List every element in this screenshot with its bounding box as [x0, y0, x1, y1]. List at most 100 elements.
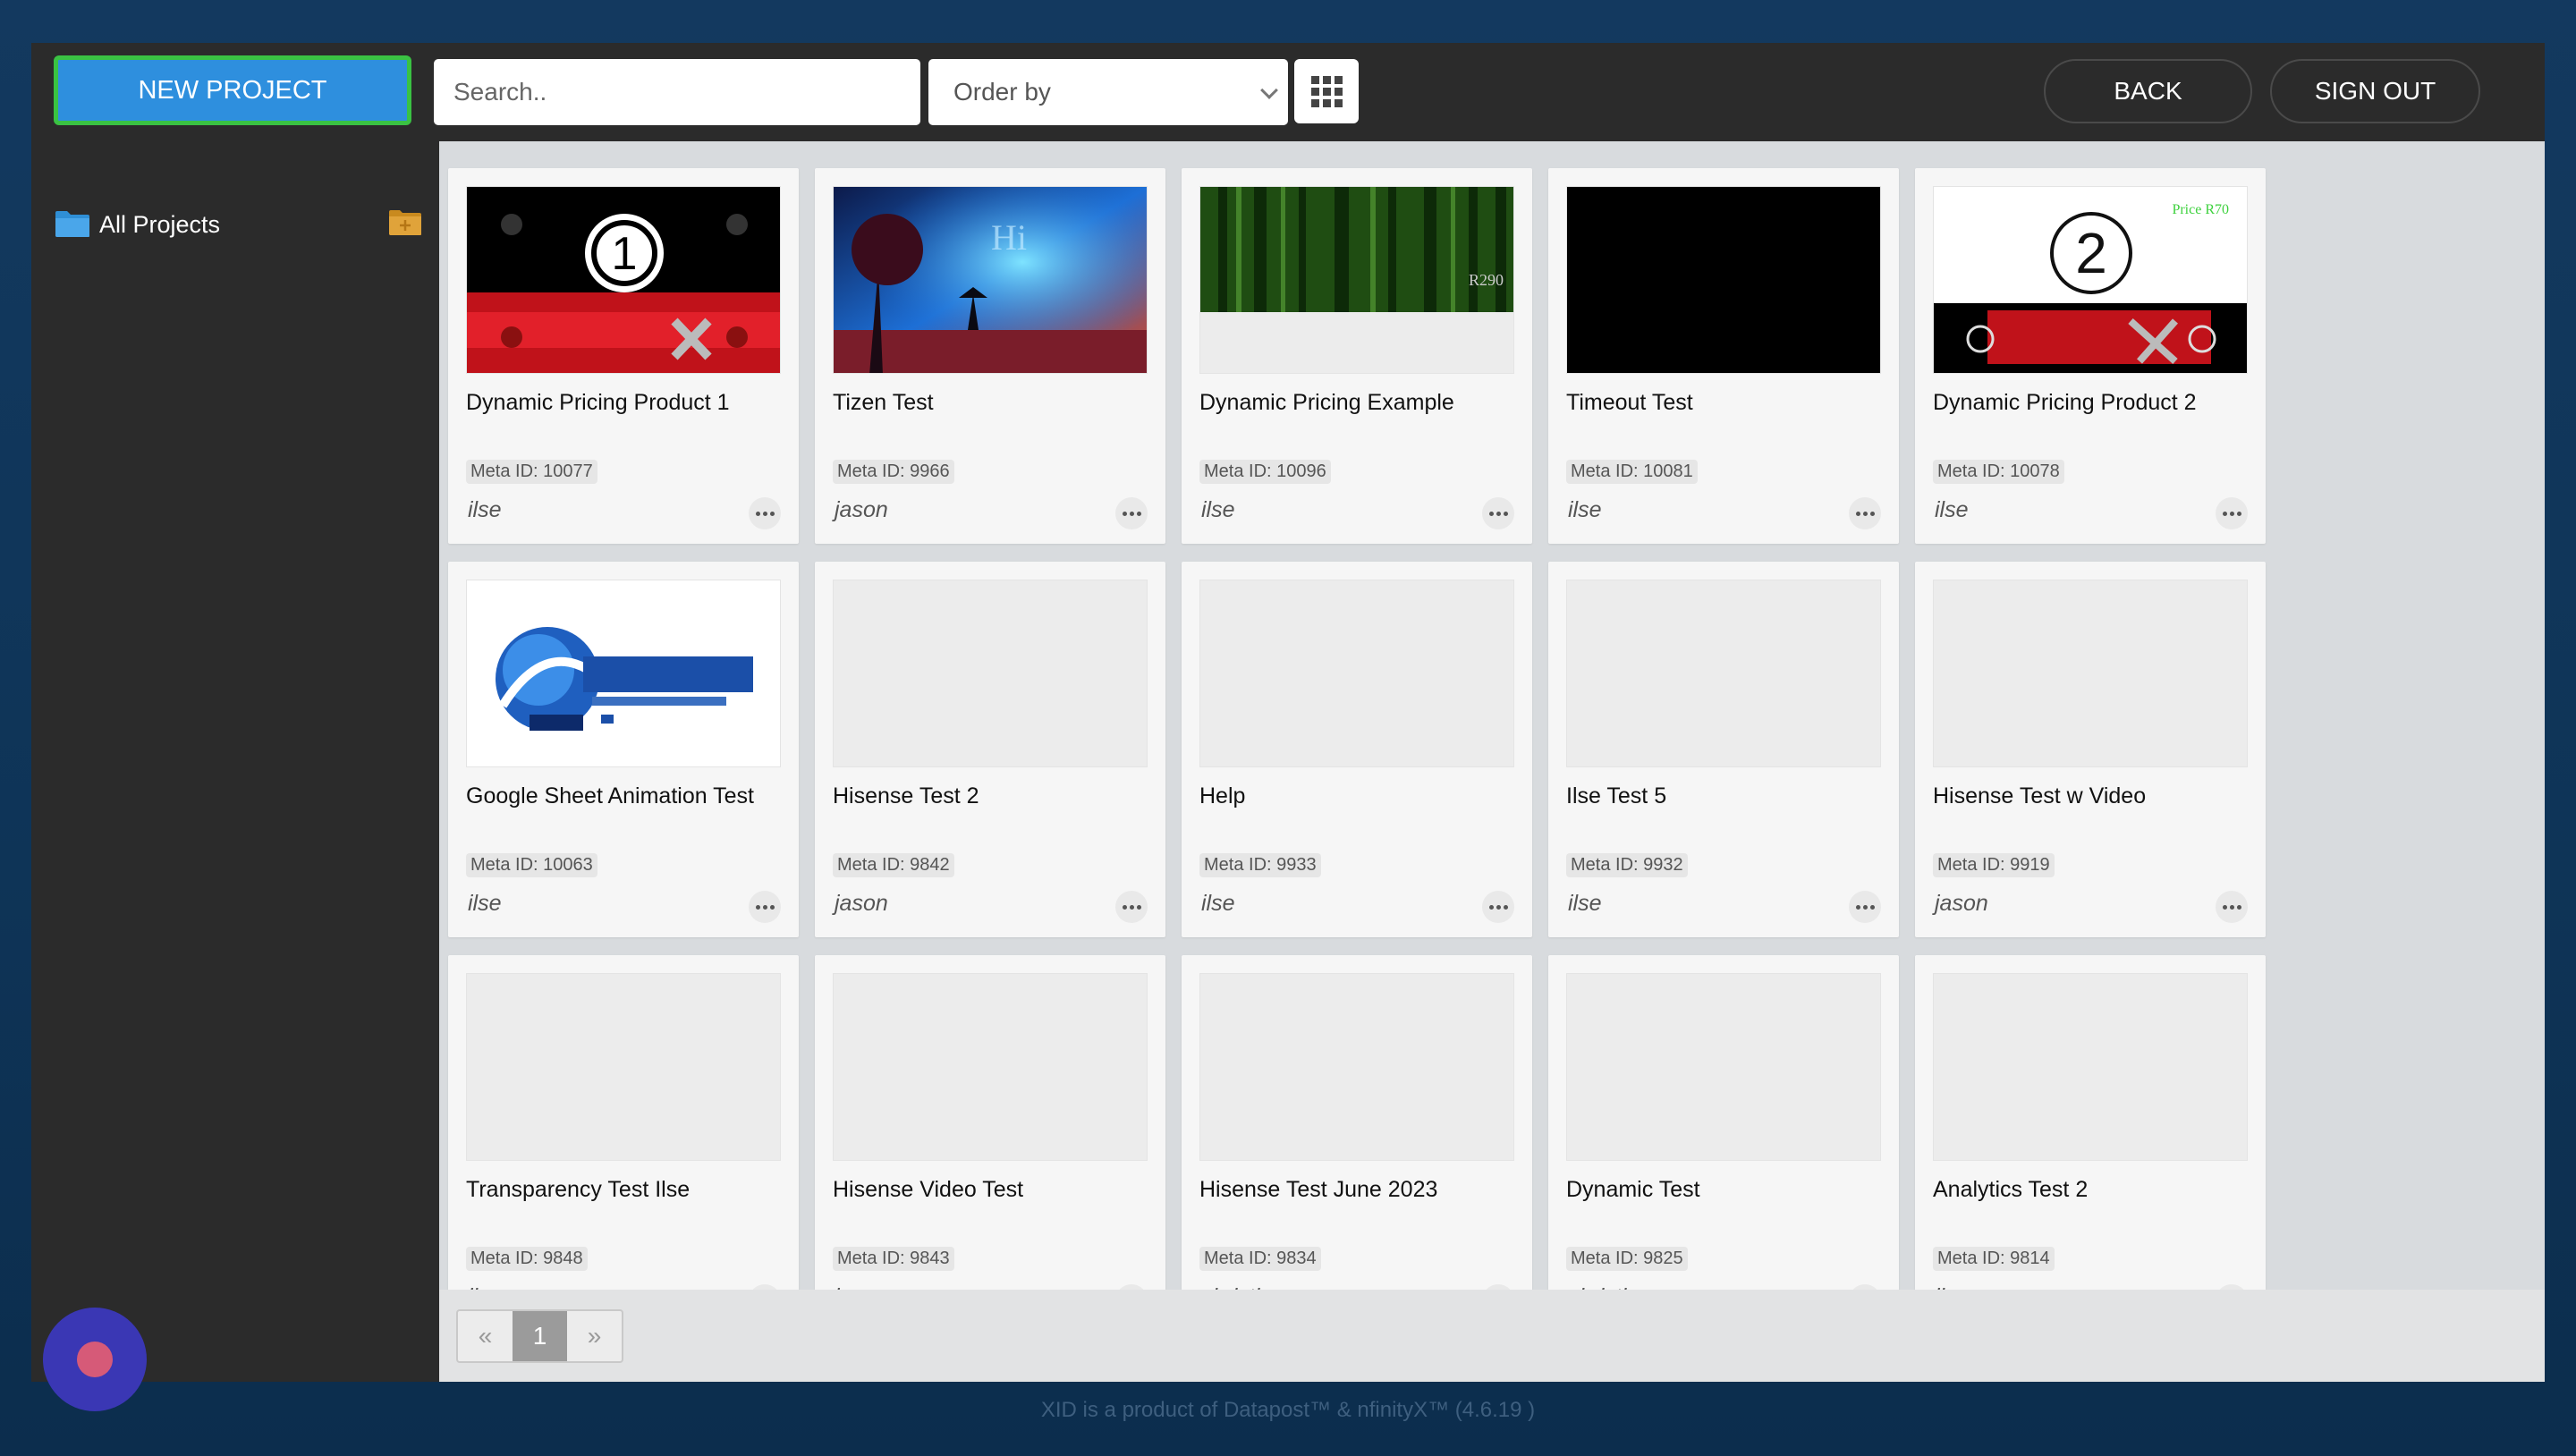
- project-owner: ilse: [1935, 1284, 1969, 1290]
- project-meta-id: Meta ID: 9834: [1199, 1247, 1321, 1271]
- project-thumbnail[interactable]: [1199, 973, 1514, 1161]
- more-options-icon[interactable]: [1849, 1284, 1881, 1290]
- top-toolbar: NEW PROJECT Order by BACK SIGN OUT: [31, 43, 2545, 141]
- footer-text: XID is a product of Datapost™ & nfinityX…: [1040, 1398, 1536, 1422]
- project-owner: ilse: [1568, 891, 1602, 916]
- project-meta-id: Meta ID: 9919: [1933, 853, 2055, 877]
- project-thumbnail[interactable]: [466, 973, 781, 1161]
- main-content: 1 Dynamic Pricing Product 1 Meta ID: 10077…: [439, 141, 2545, 1382]
- more-options-icon[interactable]: [2216, 497, 2248, 529]
- more-options-icon[interactable]: [1115, 497, 1148, 529]
- project-card[interactable]: Transparency Test Ilse Meta ID: 9848 ilse: [448, 955, 799, 1290]
- more-options-icon[interactable]: [1482, 891, 1514, 923]
- project-card[interactable]: Hi Tizen Test Meta ID: 9966 jason: [815, 168, 1165, 544]
- project-thumbnail[interactable]: [1566, 973, 1881, 1161]
- project-card[interactable]: R290 Dynamic Pricing Example Meta ID: 1009…: [1182, 168, 1532, 544]
- chevron-down-icon: [1260, 81, 1278, 99]
- thumbnail-overlay-text: R290: [1469, 271, 1504, 289]
- svg-text:2: 2: [2075, 221, 2107, 285]
- project-card[interactable]: 2 Price R70 Dynamic Pricing Product 2 Meta …: [1915, 168, 2266, 544]
- project-card[interactable]: Hisense Test June 2023 Meta ID: 9834 chris…: [1182, 955, 1532, 1290]
- more-options-icon[interactable]: [749, 1284, 781, 1290]
- project-meta-id: Meta ID: 9933: [1199, 853, 1321, 877]
- project-meta-id: Meta ID: 9932: [1566, 853, 1688, 877]
- project-owner: ilse: [468, 1284, 502, 1290]
- project-owner: jason: [835, 891, 888, 916]
- project-thumbnail[interactable]: Hi: [833, 186, 1148, 374]
- pagination-next[interactable]: »: [567, 1311, 622, 1361]
- project-thumbnail[interactable]: [1199, 580, 1514, 767]
- project-title: Dynamic Pricing Product 2: [1933, 390, 2197, 415]
- add-folder-icon[interactable]: [389, 209, 421, 236]
- sidebar-item-all-projects[interactable]: All Projects: [55, 209, 421, 245]
- grid-view-icon: [1310, 75, 1319, 84]
- project-card[interactable]: Hisense Test w Video Meta ID: 9919 jason: [1915, 562, 2266, 937]
- grid-view-button[interactable]: [1294, 59, 1359, 123]
- project-title: Hisense Test June 2023: [1199, 1177, 1438, 1202]
- more-options-icon[interactable]: [1482, 497, 1514, 529]
- more-options-icon[interactable]: [1115, 1284, 1148, 1290]
- project-title: Help: [1199, 783, 1246, 808]
- project-thumbnail[interactable]: 1: [466, 186, 781, 374]
- chat-widget-icon: [77, 1342, 113, 1377]
- chat-widget-button[interactable]: [43, 1308, 147, 1411]
- more-options-icon[interactable]: [2216, 1284, 2248, 1290]
- project-meta-id: Meta ID: 9848: [466, 1247, 588, 1271]
- project-thumbnail[interactable]: [1933, 973, 2248, 1161]
- project-thumbnail[interactable]: [833, 973, 1148, 1161]
- pagination: « 1 »: [456, 1309, 623, 1363]
- project-owner: jason: [835, 497, 888, 522]
- svg-text:1: 1: [612, 228, 638, 280]
- project-card[interactable]: Analytics Test 2 Meta ID: 9814 ilse: [1915, 955, 2266, 1290]
- pagination-page-1[interactable]: 1: [513, 1311, 567, 1361]
- project-thumbnail[interactable]: 2 Price R70: [1933, 186, 2248, 374]
- project-grid: 1 Dynamic Pricing Product 1 Meta ID: 10077…: [439, 141, 2545, 1290]
- more-options-icon[interactable]: [1849, 891, 1881, 923]
- sign-out-button[interactable]: SIGN OUT: [2270, 59, 2480, 123]
- project-thumbnail[interactable]: [833, 580, 1148, 767]
- project-card[interactable]: Hisense Test 2 Meta ID: 9842 jason: [815, 562, 1165, 937]
- folder-icon: [55, 211, 89, 237]
- project-meta-id: Meta ID: 10077: [466, 460, 597, 484]
- project-thumbnail[interactable]: [1566, 186, 1881, 374]
- project-owner: ilse: [1935, 497, 1969, 522]
- project-card[interactable]: Hisense Video Test Meta ID: 9843 jason: [815, 955, 1165, 1290]
- project-owner: ilse: [468, 497, 502, 522]
- order-by-select[interactable]: Order by: [928, 59, 1288, 125]
- project-title: Ilse Test 5: [1566, 783, 1667, 808]
- search-input[interactable]: [434, 59, 920, 125]
- project-card[interactable]: 1 Dynamic Pricing Product 1 Meta ID: 10077…: [448, 168, 799, 544]
- project-title: Dynamic Pricing Product 1: [466, 390, 730, 415]
- project-card[interactable]: Dynamic Test Meta ID: 9825 christiaan: [1548, 955, 1899, 1290]
- thumbnail-overlay-text: Price R70: [2172, 202, 2229, 217]
- project-owner: ilse: [1201, 891, 1235, 916]
- project-title: Analytics Test 2: [1933, 1177, 2089, 1202]
- project-thumbnail[interactable]: R290: [1199, 186, 1514, 374]
- project-card[interactable]: Help Meta ID: 9933 ilse: [1182, 562, 1532, 937]
- project-thumbnail[interactable]: [466, 580, 781, 767]
- more-options-icon[interactable]: [1849, 497, 1881, 529]
- more-options-icon[interactable]: [749, 891, 781, 923]
- project-title: Dynamic Pricing Example: [1199, 390, 1454, 415]
- more-options-icon[interactable]: [749, 497, 781, 529]
- project-title: Transparency Test Ilse: [466, 1177, 691, 1202]
- back-button[interactable]: BACK: [2044, 59, 2252, 123]
- project-thumbnail[interactable]: [1933, 580, 2248, 767]
- project-owner: jason: [835, 1284, 888, 1290]
- more-options-icon[interactable]: [1115, 891, 1148, 923]
- thumbnail-overlay-text: Hi: [991, 217, 1027, 258]
- project-thumbnail[interactable]: [1566, 580, 1881, 767]
- project-owner: christiaan: [1201, 1284, 1297, 1290]
- project-card[interactable]: Google Sheet Animation Test Meta ID: 1006…: [448, 562, 799, 937]
- project-card[interactable]: Timeout Test Meta ID: 10081 ilse: [1548, 168, 1899, 544]
- project-meta-id: Meta ID: 9966: [833, 460, 954, 484]
- project-owner: ilse: [468, 891, 502, 916]
- more-options-icon[interactable]: [2216, 891, 2248, 923]
- new-project-button[interactable]: NEW PROJECT: [54, 55, 411, 125]
- pagination-prev[interactable]: «: [458, 1311, 513, 1361]
- more-options-icon[interactable]: [1482, 1284, 1514, 1290]
- project-meta-id: Meta ID: 9825: [1566, 1247, 1688, 1271]
- project-card[interactable]: Ilse Test 5 Meta ID: 9932 ilse: [1548, 562, 1899, 937]
- order-by-label: Order by: [953, 78, 1051, 106]
- project-owner: jason: [1935, 891, 1988, 916]
